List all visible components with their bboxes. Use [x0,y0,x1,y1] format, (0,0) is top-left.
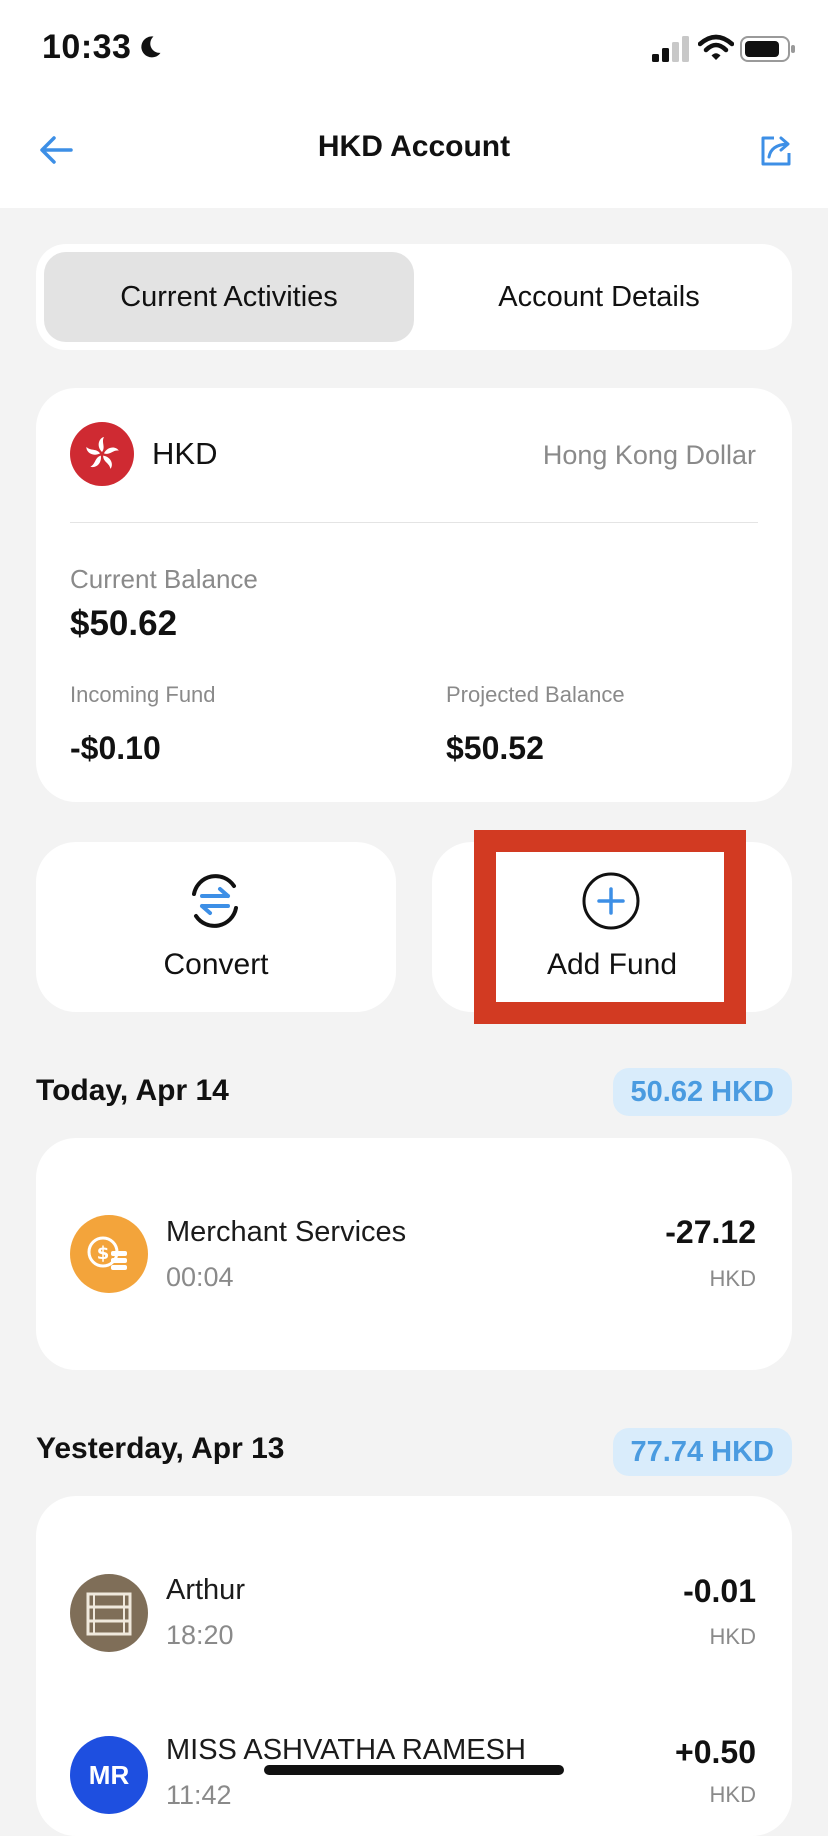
battery-icon [740,36,795,62]
incoming-fund-label: Incoming Fund [70,682,216,707]
convert-label: Convert [163,948,269,981]
share-icon[interactable] [758,132,794,168]
date-header-today: Today, Apr 14 [36,1074,229,1107]
home-indicator [264,1765,564,1775]
bunk-bed-icon [86,1592,132,1636]
transaction-time: 18:20 [166,1620,234,1650]
date-header-yesterday: Yesterday, Apr 13 [36,1432,285,1465]
currency-code: HKD [152,436,218,471]
initials-avatar: MR [70,1736,148,1814]
coins-icon: $ [87,1236,127,1270]
tab-account-details[interactable]: Account Details [414,252,784,342]
transaction-amount: +0.50 [675,1734,756,1770]
arthur-avatar [70,1574,148,1652]
convert-icon [192,874,238,928]
transaction-row-merchant-services[interactable] [36,1178,792,1328]
incoming-fund-value: -$0.10 [70,730,161,766]
transaction-name: Merchant Services [166,1216,407,1248]
merchant-avatar: $ [70,1215,148,1293]
currency-name: Hong Kong Dollar [542,440,756,470]
transaction-row-arthur[interactable] [36,1536,792,1686]
transaction-currency: HKD [709,1782,756,1807]
svg-text:$: $ [97,1243,110,1264]
transaction-time: 00:04 [166,1262,234,1292]
status-time: 10:33 [42,28,132,66]
segmented-tabs: Current Activities Account Details [36,244,792,350]
current-balance-value: $50.62 [70,604,178,643]
transaction-amount: -0.01 [683,1573,756,1609]
transaction-time: 11:42 [166,1780,232,1810]
divider [70,522,758,523]
day-total-badge: 77.74 HKD [612,1428,792,1476]
transaction-name: Arthur [166,1574,245,1606]
projected-balance-label: Projected Balance [446,682,625,707]
current-balance-label: Current Balance [70,564,258,594]
wifi-icon [698,34,734,60]
hong-kong-flag-icon [70,422,134,486]
page-title: HKD Account [317,130,511,163]
transaction-currency: HKD [709,1624,756,1649]
transaction-amount: -27.12 [665,1214,756,1250]
signal-icon [652,36,689,62]
transaction-name: MISS ASHVATHA RAMESH [166,1734,526,1766]
day-total-badge: 50.62 HKD [612,1068,792,1116]
highlight-box [474,830,746,1024]
transaction-currency: HKD [709,1266,756,1291]
moon-icon [141,36,161,58]
bauhinia-icon [86,437,119,469]
projected-balance-value: $50.52 [446,730,544,766]
tab-current-activities[interactable]: Current Activities [44,252,414,342]
